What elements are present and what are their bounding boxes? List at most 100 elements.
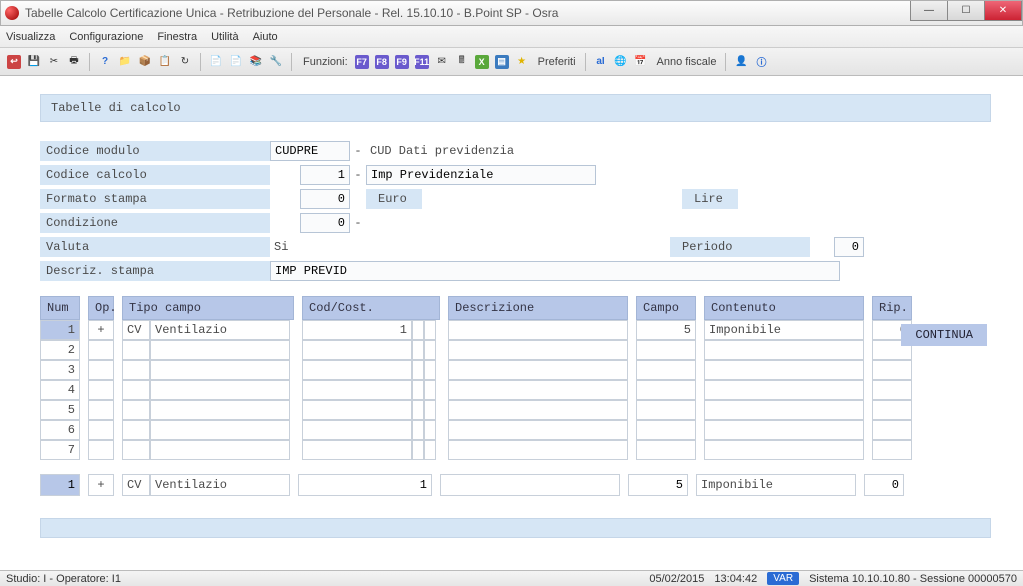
cell-flag[interactable]: [424, 440, 436, 460]
f9-icon[interactable]: F9: [394, 54, 410, 70]
cell-cont[interactable]: [704, 360, 864, 380]
cell-cv[interactable]: [122, 360, 150, 380]
mail-icon[interactable]: ✉: [434, 54, 450, 70]
codice-calcolo-desc[interactable]: [366, 165, 596, 185]
globe-icon[interactable]: 🌐: [613, 54, 629, 70]
cell-desc[interactable]: [448, 420, 628, 440]
cell-desc[interactable]: [448, 440, 628, 460]
print-icon[interactable]: 🖶: [66, 54, 82, 70]
menu-utilita[interactable]: Utilità: [211, 31, 239, 43]
calc-icon[interactable]: 🖩: [454, 54, 470, 70]
edit-op[interactable]: +: [88, 474, 114, 496]
edit-cod[interactable]: [298, 474, 432, 496]
cell-num[interactable]: 5: [40, 400, 80, 420]
user-icon[interactable]: 👤: [733, 54, 749, 70]
cell-tipo[interactable]: [150, 380, 290, 400]
cell-campo[interactable]: [636, 360, 696, 380]
cell-flag[interactable]: [424, 380, 436, 400]
cell-cv[interactable]: [122, 340, 150, 360]
box-icon[interactable]: 📦: [137, 54, 153, 70]
minimize-button[interactable]: —: [910, 1, 948, 21]
codice-calcolo-input[interactable]: [300, 165, 350, 185]
cell-tipo[interactable]: [150, 400, 290, 420]
cell-rip[interactable]: [872, 380, 912, 400]
doc2-icon[interactable]: 📄: [228, 54, 244, 70]
cell-num[interactable]: 7: [40, 440, 80, 460]
cell-tipo[interactable]: [150, 420, 290, 440]
doc-icon[interactable]: 📄: [208, 54, 224, 70]
folder-icon[interactable]: 📁: [117, 54, 133, 70]
cell-cod[interactable]: [302, 420, 412, 440]
cell-tipo[interactable]: [150, 360, 290, 380]
continua-button[interactable]: CONTINUA: [901, 324, 987, 346]
cell-cod[interactable]: [302, 340, 412, 360]
cell-campo[interactable]: [636, 420, 696, 440]
cell-campo[interactable]: [636, 440, 696, 460]
edit-cont[interactable]: Imponibile: [696, 474, 856, 496]
cell-op[interactable]: [88, 380, 114, 400]
maximize-button[interactable]: ☐: [947, 1, 985, 21]
cell-campo[interactable]: [636, 380, 696, 400]
cell-num[interactable]: 6: [40, 420, 80, 440]
cell-flag[interactable]: [424, 320, 436, 340]
cell-cv[interactable]: [122, 440, 150, 460]
cell-rip[interactable]: [872, 360, 912, 380]
cell-campo[interactable]: 5: [636, 320, 696, 340]
book-icon[interactable]: 📚: [248, 54, 264, 70]
cell-op[interactable]: [88, 420, 114, 440]
f8-icon[interactable]: F8: [374, 54, 390, 70]
f7-icon[interactable]: F7: [354, 54, 370, 70]
cell-desc[interactable]: [448, 320, 628, 340]
cell-flag[interactable]: [412, 320, 424, 340]
cell-desc[interactable]: [448, 340, 628, 360]
cell-flag[interactable]: [412, 340, 424, 360]
cell-flag[interactable]: [412, 400, 424, 420]
cell-cod[interactable]: [302, 380, 412, 400]
cell-cod[interactable]: [302, 440, 412, 460]
exit-icon[interactable]: ↩: [6, 54, 22, 70]
list-icon[interactable]: 📋: [157, 54, 173, 70]
cell-tipo[interactable]: [150, 440, 290, 460]
menu-finestra[interactable]: Finestra: [157, 31, 197, 43]
cell-campo[interactable]: [636, 400, 696, 420]
cell-num[interactable]: 3: [40, 360, 80, 380]
f11-icon[interactable]: F11: [414, 54, 430, 70]
formato-input[interactable]: [300, 189, 350, 209]
cell-flag[interactable]: [424, 400, 436, 420]
condizione-input[interactable]: [300, 213, 350, 233]
cell-desc[interactable]: [448, 360, 628, 380]
cut-icon[interactable]: ✂: [46, 54, 62, 70]
edit-tipo[interactable]: Ventilazio: [150, 474, 290, 496]
calendar-icon[interactable]: 📅: [633, 54, 649, 70]
cell-rip[interactable]: [872, 400, 912, 420]
edit-campo[interactable]: [628, 474, 688, 496]
cell-flag[interactable]: [424, 360, 436, 380]
cell-cod[interactable]: [302, 400, 412, 420]
cell-rip[interactable]: [872, 420, 912, 440]
cell-flag[interactable]: [424, 340, 436, 360]
cell-flag[interactable]: [412, 360, 424, 380]
cell-op[interactable]: [88, 440, 114, 460]
cell-cont[interactable]: [704, 400, 864, 420]
cell-num[interactable]: 2: [40, 340, 80, 360]
cell-op[interactable]: [88, 400, 114, 420]
cell-cont[interactable]: [704, 440, 864, 460]
cell-tipo[interactable]: Ventilazio: [150, 320, 290, 340]
cell-cv[interactable]: CV: [122, 320, 150, 340]
cell-op[interactable]: +: [88, 320, 114, 340]
chart-icon[interactable]: ▤: [494, 54, 510, 70]
cell-op[interactable]: [88, 360, 114, 380]
cell-cod[interactable]: [302, 360, 412, 380]
cell-cv[interactable]: [122, 420, 150, 440]
codice-modulo-input[interactable]: [270, 141, 350, 161]
cell-flag[interactable]: [412, 420, 424, 440]
cell-flag[interactable]: [424, 420, 436, 440]
help-icon[interactable]: ?: [97, 54, 113, 70]
descriz-input[interactable]: [270, 261, 840, 281]
menu-visualizza[interactable]: Visualizza: [6, 31, 55, 43]
cell-campo[interactable]: [636, 340, 696, 360]
cell-cont[interactable]: [704, 380, 864, 400]
cell-tipo[interactable]: [150, 340, 290, 360]
star-icon[interactable]: ★: [514, 54, 530, 70]
edit-rip[interactable]: [864, 474, 904, 496]
